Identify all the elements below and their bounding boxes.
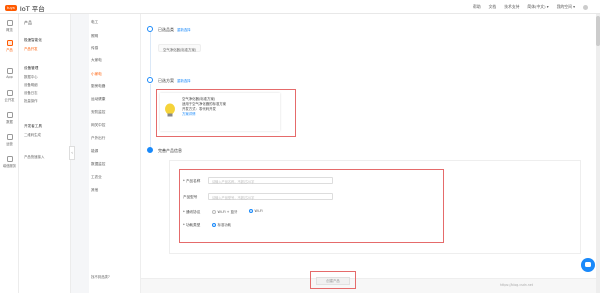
category-item[interactable]: 工农业 [91, 175, 102, 180]
radio-checked-icon [212, 223, 216, 227]
icon-rail: 概览 产品 App 云开发 数据 运营 增值服务 [0, 14, 19, 293]
category-item-active[interactable]: 小家电 [91, 72, 102, 77]
rail-item-vas[interactable]: 增值服务 [0, 154, 19, 170]
category-item[interactable]: 传感 [91, 46, 98, 51]
create-product-button[interactable]: 创建产品 [316, 277, 350, 285]
rail-item-product[interactable]: 产品 [0, 38, 19, 54]
category-item[interactable]: 安防监控 [91, 110, 105, 115]
step-2-dot [147, 77, 153, 83]
nav-language[interactable]: 简体(中文) ▾ [527, 4, 548, 10]
category-item[interactable]: 数据监控 [91, 162, 105, 167]
step-2-title: 已选方案 重新选择 [158, 78, 191, 83]
sidebar-item-qrcode[interactable]: 二维码生成 [24, 132, 41, 137]
category-item[interactable]: 大家电 [91, 58, 102, 63]
create-button-highlight: 创建产品 [310, 271, 356, 289]
nav-help[interactable]: 帮助 [473, 4, 481, 10]
reselect-category-link[interactable]: 重新选择 [177, 28, 191, 32]
reselect-scheme-link[interactable]: 重新选择 [177, 79, 191, 83]
category-item[interactable]: 电工 [91, 20, 98, 25]
category-item[interactable]: 能源 [91, 149, 98, 154]
sidebar-title: 产品 [24, 20, 32, 25]
scheme-info: 空气净化器(标准方案) 适用于空气净化器的标准方案 开发方式：零代码开发 方案详… [182, 97, 227, 117]
sidebar-collapse-button[interactable]: ‹ [69, 146, 75, 160]
sidebar-item-data-center[interactable]: 数据中心 [24, 74, 38, 79]
rail-item-overview[interactable]: 概览 [0, 18, 19, 34]
sidebar-group-label[interactable]: 开发者工具 [24, 124, 42, 129]
product-icon [6, 40, 13, 46]
data-icon [6, 112, 13, 118]
chevron-left-icon: ‹ [71, 150, 73, 155]
logo-text: IoT 平台 [19, 5, 45, 13]
home-icon [6, 20, 13, 26]
category-item[interactable]: 运动健康 [91, 97, 105, 102]
rail-item-app[interactable]: App [0, 66, 19, 82]
sidebar-group-label[interactable]: 极速智能化 [24, 38, 42, 43]
product-image-icon [165, 103, 175, 117]
category-not-found-link[interactable]: 找不到品类? [91, 274, 110, 279]
category-list: 电工 照明 传感 大家电 小家电 厨房电器 运动健康 安防监控 网关中控 户外出… [89, 14, 141, 293]
scrollbar-thumb[interactable] [596, 16, 600, 46]
category-item[interactable]: 户外出行 [91, 136, 105, 141]
rail-item-data[interactable]: 数据 [0, 110, 19, 126]
logo[interactable]: tuya IoT 平台 [5, 3, 45, 13]
secondary-sidebar: 产品 极速智能化 产品开发 设备管理 数据中心 设备明细 设备日志 批量操作 开… [19, 14, 71, 293]
step-1-title: 已选品类 重新选择 [158, 27, 191, 32]
app-icon [6, 68, 13, 74]
logo-badge: tuya [5, 5, 17, 11]
step-1-dot [147, 26, 153, 32]
chat-support-icon[interactable] [581, 258, 595, 272]
sidebar-item-device-log[interactable]: 设备日志 [24, 90, 38, 95]
step-connector [150, 32, 151, 76]
top-nav: 帮助 文档 技术支持 简体(中文) ▾ 我的空间 ▾ [473, 4, 588, 10]
step-connector [150, 84, 151, 148]
scheme-card[interactable]: 空气净化器(标准方案) 适用于空气净化器的标准方案 开发方式：零代码开发 方案详… [160, 93, 280, 131]
scheme-detail-link[interactable]: 方案详情 [182, 112, 226, 117]
sidebar-item-quick-access[interactable]: 产品快速接入 [24, 154, 44, 159]
cloud-icon [6, 90, 13, 96]
sidebar-item-batch[interactable]: 批量操作 [24, 98, 38, 103]
protocol-label: * 通讯协议 [183, 210, 201, 214]
scrollbar[interactable] [596, 14, 600, 293]
nav-docs[interactable]: 文档 [489, 4, 497, 10]
rail-item-cloud[interactable]: 云开发 [0, 88, 19, 104]
product-model-input[interactable]: 请输入产品型号，不超过20字 [208, 193, 333, 200]
product-name-input[interactable]: 请输入产品名称，不超过20字 [208, 177, 333, 184]
sidebar-item-device-detail[interactable]: 设备明细 [24, 82, 38, 87]
step-3-dot [147, 147, 153, 153]
power-type-label: * 功耗类型 [183, 223, 201, 227]
watermark: https://blog.csdn.net [500, 283, 534, 287]
rail-item-operate[interactable]: 运营 [0, 132, 19, 148]
category-item[interactable]: 网关中控 [91, 123, 105, 128]
step-3-title: 完善产品信息 [158, 148, 182, 153]
operate-icon [6, 134, 13, 140]
avatar[interactable] [583, 4, 588, 10]
product-model-label: 产品型号 [183, 195, 198, 199]
nav-workspace[interactable]: 我的空间 ▾ [557, 4, 575, 10]
sidebar-group-label[interactable]: 设备管理 [24, 66, 38, 71]
vas-icon [6, 156, 13, 162]
category-item[interactable]: 厨房电器 [91, 84, 105, 89]
top-bar: tuya IoT 平台 帮助 文档 技术支持 简体(中文) ▾ 我的空间 ▾ [0, 0, 600, 14]
protocol-wifi-ble-radio[interactable]: Wi-Fi + 蓝牙 [212, 209, 237, 214]
product-name-label: * 产品名称 [183, 179, 201, 183]
category-item[interactable]: 其他 [91, 188, 98, 193]
radio-icon [212, 210, 216, 214]
sidebar-item-product-dev[interactable]: 产品开发 [24, 46, 38, 51]
selected-category-pill: 空气净化器(标准方案) [158, 44, 202, 52]
radio-checked-icon [249, 209, 253, 213]
power-standard-radio[interactable]: 标准功耗 [212, 222, 231, 227]
category-item[interactable]: 照明 [91, 34, 98, 39]
protocol-wifi-radio[interactable]: Wi-Fi [249, 209, 263, 213]
nav-support[interactable]: 技术支持 [504, 4, 519, 10]
selected-scheme-highlight: 空气净化器(标准方案) 适用于空气净化器的标准方案 开发方式：零代码开发 方案详… [156, 89, 296, 137]
